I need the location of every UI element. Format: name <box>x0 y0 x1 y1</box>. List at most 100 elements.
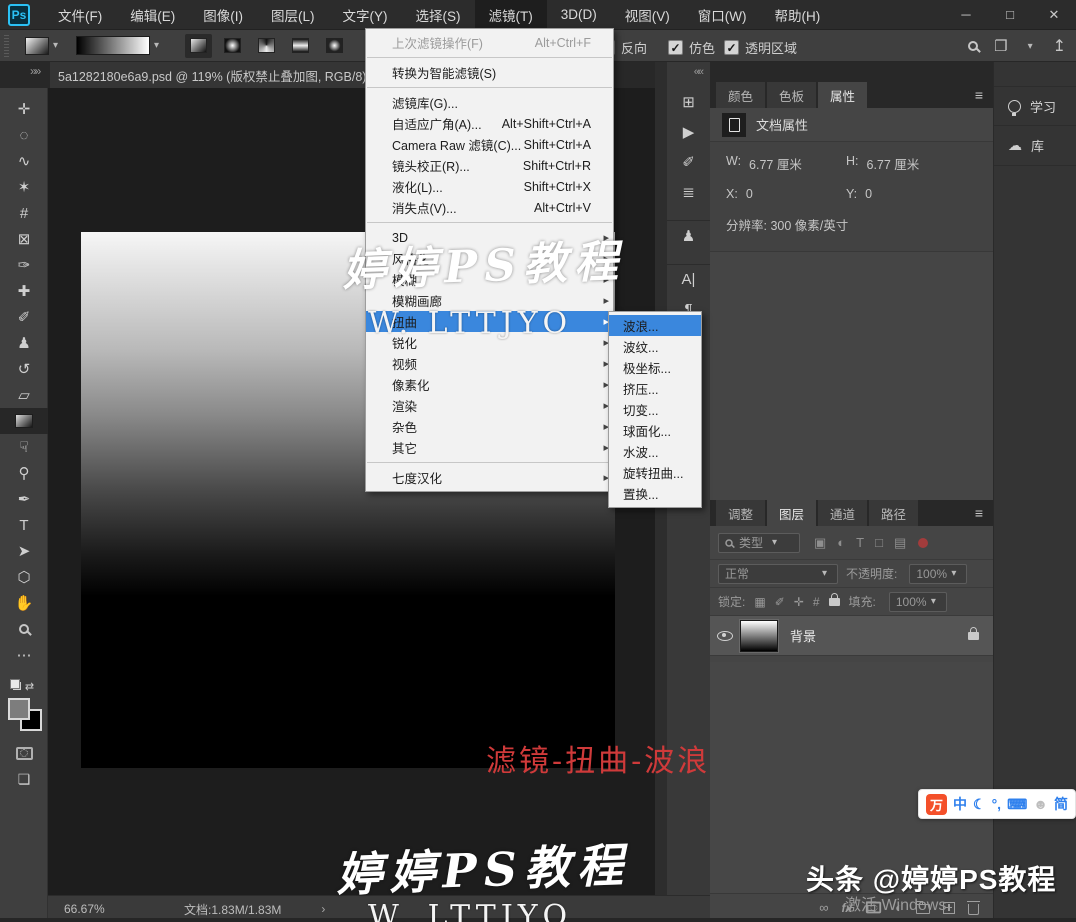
panel-strip-icon[interactable]: ✐ <box>667 146 710 176</box>
screen-mode-button[interactable]: ❏ <box>0 766 48 792</box>
menubar-item[interactable]: 帮助(H) <box>760 0 834 30</box>
lock-option-icon[interactable]: ✐ <box>775 595 785 609</box>
chevron-down-icon[interactable]: ▾ <box>1028 41 1033 52</box>
layer-filter-icon[interactable]: ▣ <box>814 535 826 551</box>
learn-panel-button[interactable]: 学习 <box>994 86 1076 126</box>
tool-button[interactable]: ✛ <box>0 96 48 122</box>
filter-menu-item[interactable]: 模糊画廊 ▸ <box>366 290 613 311</box>
foreground-color-swatch[interactable] <box>8 698 30 720</box>
filter-menu-item[interactable]: 杂色 ▸ <box>366 416 613 437</box>
layer-style-fx-icon[interactable]: fx <box>841 901 852 915</box>
zoom-level-field[interactable]: 66.67% <box>64 902 134 916</box>
panel-menu-icon[interactable]: ≡ <box>965 500 993 526</box>
menubar-item[interactable]: 3D(D) <box>547 0 611 30</box>
distort-submenu-item[interactable]: 球面化... <box>609 420 701 441</box>
minimize-button[interactable]: ─ <box>944 0 988 30</box>
tool-button[interactable]: ✒ <box>0 486 48 512</box>
menubar-item[interactable]: 选择(S) <box>402 0 475 30</box>
distort-submenu-item[interactable]: 挤压... <box>609 378 701 399</box>
filter-menu-item[interactable]: 上次滤镜操作(F) Alt+Ctrl+F <box>366 32 613 53</box>
ime-bar-item[interactable]: °, <box>992 796 1002 812</box>
diamond-gradient-button[interactable] <box>321 34 348 58</box>
filter-menu-item[interactable]: 渲染 ▸ <box>366 395 613 416</box>
gradient-editor-preview[interactable] <box>76 36 150 55</box>
panel-tab[interactable]: 路径 <box>869 500 918 526</box>
add-mask-icon[interactable] <box>866 902 881 914</box>
tool-button[interactable]: ▱ <box>0 382 48 408</box>
tool-preset-picker[interactable]: ▾ <box>25 37 62 55</box>
panel-tab[interactable]: 颜色 <box>716 82 765 108</box>
filter-menu-item[interactable]: 消失点(V)... Alt+Ctrl+V <box>366 197 613 218</box>
tool-button[interactable]: ✚ <box>0 278 48 304</box>
strip-collapse-icon[interactable]: «« <box>694 66 702 78</box>
tool-button[interactable]: ✑ <box>0 252 48 278</box>
distort-submenu-item[interactable]: 水波... <box>609 441 701 462</box>
lock-all-icon[interactable] <box>829 598 840 606</box>
distort-submenu-item[interactable]: 波纹... <box>609 336 701 357</box>
menubar-item[interactable]: 滤镜(T) <box>475 0 547 30</box>
layer-row-background[interactable]: 背景 <box>710 616 993 656</box>
tool-button[interactable]: ⊠ <box>0 226 48 252</box>
panel-tab[interactable]: 通道 <box>818 500 867 526</box>
distort-submenu-item[interactable]: 切变... <box>609 399 701 420</box>
angle-gradient-button[interactable] <box>253 34 280 58</box>
tool-button[interactable]: ✐ <box>0 304 48 330</box>
close-button[interactable]: ✕ <box>1032 0 1076 30</box>
status-options-chevron[interactable]: › <box>321 902 325 916</box>
filter-menu-item[interactable] <box>366 218 613 227</box>
new-layer-icon[interactable] <box>943 902 955 914</box>
dither-checkbox[interactable]: ✓ <box>668 40 683 55</box>
filter-menu-item[interactable]: 镜头校正(R)... Shift+Ctrl+R <box>366 155 613 176</box>
distort-submenu-item[interactable]: 置换... <box>609 483 701 504</box>
tool-button[interactable]: ☟ <box>0 434 48 460</box>
toolbar-collapse-icon[interactable]: »» <box>30 64 39 78</box>
filter-menu-item[interactable]: 模糊 ▸ <box>366 269 613 290</box>
tool-button[interactable]: ⚲ <box>0 460 48 486</box>
layer-filter-icon[interactable]: □ <box>875 535 883 550</box>
search-icon[interactable] <box>968 41 978 51</box>
tool-button[interactable]: ↺ <box>0 356 48 382</box>
filter-menu-item[interactable] <box>366 53 613 62</box>
fill-input[interactable]: 100% ▾ <box>889 592 947 612</box>
chevron-down-icon[interactable]: ▾ <box>154 40 159 51</box>
radial-gradient-button[interactable] <box>219 34 246 58</box>
layer-filter-icon[interactable]: ◐ <box>837 535 845 550</box>
document-tab[interactable]: 5a1282180e6a9.psd @ 119% (版权禁止叠加图, RGB/8… <box>50 62 382 88</box>
tool-button[interactable]: ✶ <box>0 174 48 200</box>
panel-tab[interactable]: 调整 <box>716 500 765 526</box>
filter-menu-item[interactable]: 锐化 ▸ <box>366 332 613 353</box>
filter-menu-item[interactable]: Camera Raw 滤镜(C)... Shift+Ctrl+A <box>366 134 613 155</box>
panel-strip-icon[interactable]: A| <box>667 264 710 294</box>
menubar-item[interactable]: 编辑(E) <box>116 0 189 30</box>
filter-menu-item[interactable]: 液化(L)... Shift+Ctrl+X <box>366 176 613 197</box>
maximize-button[interactable]: □ <box>988 0 1032 30</box>
transparency-checkbox[interactable]: ✓ <box>724 40 739 55</box>
lock-option-icon[interactable]: ▦ <box>754 595 765 609</box>
blend-mode-dropdown[interactable]: 正常 ▾ <box>718 564 838 584</box>
tool-button[interactable]: ♟ <box>0 330 48 356</box>
tool-button[interactable]: ➤ <box>0 538 48 564</box>
quick-mask-button[interactable] <box>0 740 48 766</box>
layer-filter-dropdown[interactable]: 类型 ▾ <box>718 533 800 553</box>
tool-button[interactable] <box>0 408 48 434</box>
menubar-item[interactable]: 文件(F) <box>44 0 116 30</box>
distort-submenu-item[interactable]: 极坐标... <box>609 357 701 378</box>
ime-bar-item[interactable]: 简 <box>1054 794 1068 814</box>
ime-bar-item[interactable]: 万 <box>926 794 947 815</box>
panel-strip-icon[interactable]: ≣ <box>667 176 710 206</box>
ime-bar-item[interactable]: ⌨ <box>1007 796 1027 813</box>
menubar-item[interactable]: 图像(I) <box>189 0 257 30</box>
filter-menu-item[interactable]: 3D ▸ <box>366 227 613 248</box>
filter-menu-item[interactable] <box>366 83 613 92</box>
filter-menu-item[interactable]: 滤镜库(G)... <box>366 92 613 113</box>
filter-toggle-icon[interactable] <box>918 538 928 548</box>
distort-submenu-item[interactable]: 波浪... <box>609 315 701 336</box>
lock-option-icon[interactable]: # <box>813 595 820 609</box>
panel-tab[interactable]: 色板 <box>767 82 816 108</box>
menubar-item[interactable]: 图层(L) <box>257 0 329 30</box>
tool-button[interactable] <box>0 616 48 642</box>
adjustment-layer-icon[interactable]: ◐ <box>895 900 903 915</box>
filter-menu-item[interactable]: 像素化 ▸ <box>366 374 613 395</box>
filter-menu-item[interactable]: 风格化 ▸ <box>366 248 613 269</box>
filter-menu-item[interactable]: 七度汉化 ▸ <box>366 467 613 488</box>
